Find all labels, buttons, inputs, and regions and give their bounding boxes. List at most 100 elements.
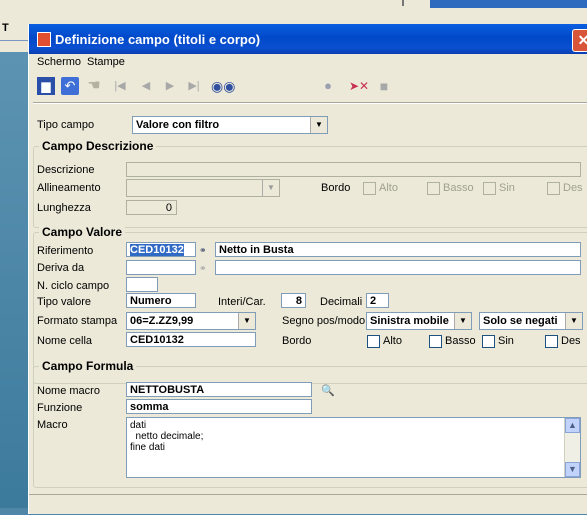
toolbar-separator (33, 102, 587, 104)
close-button[interactable]: ✕ (572, 29, 587, 52)
ciclo-campo-label: N. ciclo campo (37, 280, 110, 292)
interi-input[interactable]: 8 (281, 293, 306, 308)
background-title-bar (430, 0, 587, 8)
stop-icon[interactable]: ■ (375, 77, 393, 95)
lunghezza-label: Lunghezza (37, 202, 91, 214)
valore-alto-checkbox[interactable] (367, 335, 380, 348)
valore-des-label: Des (561, 335, 581, 347)
chevron-down-icon: ▼ (310, 117, 327, 133)
valore-basso-checkbox[interactable] (429, 335, 442, 348)
first-icon[interactable]: |◀ (111, 77, 129, 95)
descrizione-input[interactable] (126, 162, 581, 177)
chevron-down-icon: ▼ (262, 180, 279, 196)
sin-label: Sin (499, 182, 515, 194)
menu-bar: Schermo Stampe (29, 54, 587, 71)
sin-checkbox[interactable] (483, 182, 496, 195)
tipo-valore-label: Tipo valore (37, 296, 92, 308)
alto-checkbox[interactable] (363, 182, 376, 195)
riferimento-input[interactable]: CED10132 (126, 242, 196, 257)
funzione-input[interactable]: somma (126, 399, 312, 414)
toolbar: ▆ ↶ ☚ |◀ ◀ ▶ ▶| ◉◉ ● ➤✕ ■ (29, 74, 587, 100)
campo-descrizione-title: Campo Descrizione (39, 139, 157, 153)
tipo-campo-value: Valore con filtro (136, 119, 220, 131)
deriva-da-label: Deriva da (37, 262, 85, 274)
tipo-campo-label: Tipo campo (37, 119, 95, 131)
macro-line: fine dati (130, 442, 166, 453)
magnifier-icon[interactable]: ● (319, 77, 337, 95)
scroll-down-icon[interactable]: ▼ (565, 462, 580, 477)
ciclo-campo-input[interactable] (126, 277, 158, 292)
segno-value: Sinistra mobile (370, 315, 449, 327)
background-mark (402, 0, 404, 6)
campo-valore-title: Campo Valore (39, 225, 126, 239)
segno-mode-select[interactable]: Solo se negati ▼ (479, 312, 583, 330)
status-bar (29, 494, 587, 515)
background-fragment-label: T (2, 22, 9, 34)
scroll-up-icon[interactable]: ▲ (565, 418, 580, 433)
valore-alto-label: Alto (383, 335, 402, 347)
formato-stampa-select[interactable]: 06=Z.ZZ9,99 ▼ (126, 312, 256, 330)
window-title: Definizione campo (titoli e corpo) (55, 32, 261, 47)
segno-label: Segno pos/modo (282, 315, 366, 327)
valore-sin-label: Sin (498, 335, 514, 347)
nome-macro-input[interactable]: NETTOBUSTA (126, 382, 312, 397)
deriva-da-description-input[interactable] (215, 260, 581, 275)
riferimento-label: Riferimento (37, 245, 94, 257)
menu-stampe[interactable]: Stampe (87, 56, 125, 68)
delete-icon[interactable]: ➤✕ (347, 77, 371, 95)
next-icon[interactable]: ▶ (161, 77, 179, 95)
alto-label: Alto (379, 182, 398, 194)
decimali-input[interactable]: 2 (366, 293, 389, 308)
des-label: Des (563, 182, 583, 194)
riferimento-value: CED10132 (130, 244, 184, 256)
basso-checkbox[interactable] (427, 182, 440, 195)
binoculars-icon[interactable]: ◉◉ (211, 77, 235, 95)
formato-stampa-label: Formato stampa (37, 315, 118, 327)
interi-label: Interi/Car. (218, 296, 266, 308)
title-bar[interactable]: Definizione campo (titoli e corpo) ✕ (29, 24, 587, 54)
deriva-da-input[interactable] (126, 260, 196, 275)
campo-formula-title: Campo Formula (39, 359, 137, 373)
background-divider (0, 40, 30, 41)
deriva-binoculars-icon[interactable]: ⚭ (199, 263, 207, 274)
tipo-valore-input[interactable]: Numero (126, 293, 196, 308)
nome-macro-label: Nome macro (37, 385, 100, 397)
formato-stampa-value: 06=Z.ZZ9,99 (130, 315, 194, 327)
app-icon (37, 32, 51, 47)
des-checkbox[interactable] (547, 182, 560, 195)
definizione-campo-window: Definizione campo (titoli e corpo) ✕ Sch… (28, 24, 587, 514)
macro-label: Macro (37, 419, 68, 431)
valore-basso-label: Basso (445, 335, 476, 347)
vertical-scrollbar[interactable]: ▲ ▼ (564, 418, 580, 477)
menu-schermo[interactable]: Schermo (37, 56, 81, 68)
save-icon[interactable]: ▆ (37, 77, 55, 95)
prev-icon[interactable]: ◀ (137, 77, 155, 95)
macro-textarea[interactable]: dati netto decimale; fine dati ▲ ▼ (126, 417, 581, 478)
lunghezza-input[interactable]: 0 (126, 200, 177, 215)
segno-select[interactable]: Sinistra mobile ▼ (366, 312, 472, 330)
funzione-label: Funzione (37, 402, 83, 414)
hand-icon[interactable]: ☚ (85, 77, 103, 95)
macro-line: netto decimale; (130, 431, 204, 442)
last-icon[interactable]: ▶| (185, 77, 203, 95)
allineamento-label: Allineamento (37, 182, 101, 194)
valore-sin-checkbox[interactable] (482, 335, 495, 348)
valore-des-checkbox[interactable] (545, 335, 558, 348)
macro-line: dati (130, 420, 147, 431)
chevron-down-icon: ▼ (565, 313, 582, 329)
riferimento-description-input[interactable]: Netto in Busta (215, 242, 581, 257)
allineamento-select[interactable]: ▼ (126, 179, 280, 197)
riferimento-binoculars-icon[interactable]: ⚭ (199, 245, 207, 256)
bordo-label: Bordo (321, 182, 351, 194)
nome-cella-label: Nome cella (37, 335, 93, 347)
decimali-label: Decimali (320, 296, 363, 308)
desktop-background (0, 52, 28, 508)
chevron-down-icon: ▼ (454, 313, 471, 329)
basso-label: Basso (443, 182, 474, 194)
search-icon[interactable]: 🔍 (321, 384, 335, 397)
nome-cella-input[interactable]: CED10132 (126, 332, 256, 347)
tipo-campo-select[interactable]: Valore con filtro ▼ (132, 116, 328, 134)
segno-mode-value: Solo se negati (483, 315, 558, 327)
back-icon[interactable]: ↶ (61, 77, 79, 95)
valore-bordo-label: Bordo (282, 335, 312, 347)
